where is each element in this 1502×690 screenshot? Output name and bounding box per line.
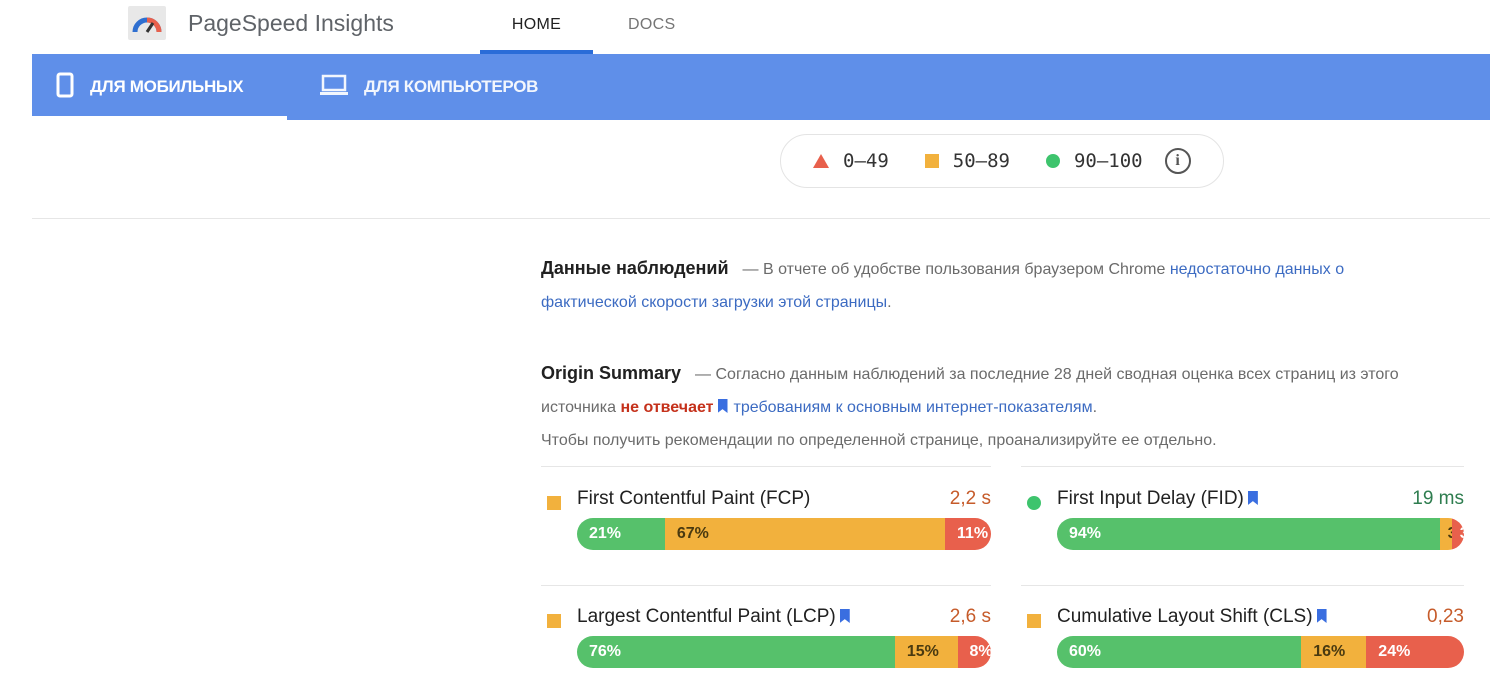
score-legend: 0–49 50–89 90–100 i — [780, 134, 1224, 188]
orange-square-icon — [1027, 614, 1041, 628]
tab-home[interactable]: HOME — [480, 16, 593, 34]
distribution-bar: 76% 15% 8% — [577, 636, 991, 668]
section-divider — [32, 218, 1490, 219]
distribution-good: 94% — [1057, 518, 1440, 550]
tab-mobile[interactable]: ДЛЯ МОБИЛЬНЫХ — [56, 54, 244, 120]
distribution-bar: 21% 67% 11% — [577, 518, 991, 550]
tab-docs[interactable]: DOCS — [628, 16, 675, 34]
metric-value: 2,6 s — [949, 606, 991, 627]
distribution-average: 67% — [664, 518, 945, 550]
pagespeed-logo-icon[interactable] — [128, 6, 166, 40]
distribution-average: 3% — [1439, 518, 1464, 550]
metric-fid: First Input Delay (FID) 19 ms 94% 3% 3% — [1021, 488, 1464, 588]
orange-square-icon — [924, 154, 939, 168]
green-circle-icon — [1045, 154, 1060, 168]
distribution-poor: 24% — [1366, 636, 1464, 668]
origin-summary-hint: Чтобы получить рекомендации по определен… — [541, 432, 1217, 449]
red-triangle-icon — [813, 154, 829, 168]
distribution-average: 15% — [894, 636, 958, 668]
orange-square-icon — [547, 614, 561, 628]
distribution-bar: 94% 3% 3% — [1057, 518, 1464, 550]
core-web-vitals-link[interactable]: требованиям к основным интернет-показате… — [734, 399, 1093, 416]
distribution-poor: 11% — [944, 518, 991, 550]
legend-item-average: 50–89 — [924, 150, 1010, 172]
top-app-bar: PageSpeed Insights HOME DOCS — [0, 0, 1502, 54]
distribution-good: 21% — [577, 518, 665, 550]
metric-title[interactable]: Cumulative Layout Shift (CLS) — [1057, 606, 1333, 628]
field-data-section: Данные наблюдений — В отчете об удобстве … — [541, 252, 1401, 319]
metric-lcp: Largest Contentful Paint (LCP) 2,6 s 76%… — [541, 606, 991, 690]
field-data-text: — В отчете об удобстве пользования брауз… — [742, 261, 1170, 278]
metric-fcp: First Contentful Paint (FCP) 2,2 s 21% 6… — [541, 488, 991, 588]
bookmark-icon — [717, 399, 728, 413]
distribution-good: 60% — [1057, 636, 1302, 668]
orange-square-icon — [547, 496, 561, 510]
tab-desktop[interactable]: ДЛЯ КОМПЬЮТЕРОВ — [320, 54, 538, 120]
bookmark-icon — [839, 609, 850, 623]
laptop-icon — [320, 74, 348, 101]
bookmark-icon — [1247, 491, 1258, 505]
app-title[interactable]: PageSpeed Insights — [188, 10, 394, 37]
legend-item-poor: 0–49 — [813, 150, 889, 172]
tab-desktop-label: ДЛЯ КОМПЬЮТЕРОВ — [364, 77, 539, 96]
origin-summary-section: Origin Summary — Согласно данным наблюден… — [541, 357, 1401, 457]
bookmark-icon — [1316, 609, 1327, 623]
legend-item-good: 90–100 — [1045, 150, 1143, 172]
info-icon[interactable]: i — [1164, 148, 1191, 174]
active-device-indicator — [32, 116, 287, 120]
device-tab-bar: ДЛЯ МОБИЛЬНЫХ ДЛЯ КОМПЬЮТЕРОВ — [32, 54, 1490, 120]
metric-separator — [541, 466, 991, 467]
legend-label-average: 50–89 — [952, 150, 1010, 172]
metric-value: 0,23 — [1427, 606, 1464, 627]
field-data-heading: Данные наблюдений — [541, 258, 729, 278]
tab-mobile-label: ДЛЯ МОБИЛЬНЫХ — [90, 77, 244, 96]
metric-title[interactable]: Largest Contentful Paint (LCP) — [577, 606, 856, 628]
distribution-good: 76% — [577, 636, 895, 668]
metric-cls: Cumulative Layout Shift (CLS) 0,23 60% 1… — [1021, 606, 1464, 690]
legend-label-poor: 0–49 — [843, 150, 889, 172]
metric-title[interactable]: First Input Delay (FID) — [1057, 488, 1264, 510]
metric-title[interactable]: First Contentful Paint (FCP) — [577, 488, 810, 510]
legend-label-good: 90–100 — [1073, 150, 1143, 172]
metric-value: 19 ms — [1412, 488, 1464, 509]
metric-separator — [1021, 466, 1464, 467]
phone-icon — [56, 72, 74, 103]
distribution-poor: 3% — [1451, 518, 1464, 550]
distribution-bar: 60% 16% 24% — [1057, 636, 1464, 668]
distribution-poor: 8% — [957, 636, 991, 668]
origin-summary-end: . — [1092, 399, 1098, 416]
origin-summary-status: не отвечает — [620, 399, 714, 416]
field-data-end: . — [887, 294, 892, 311]
origin-summary-heading: Origin Summary — [541, 363, 682, 383]
metric-value: 2,2 s — [949, 488, 991, 509]
distribution-average: 16% — [1301, 636, 1367, 668]
green-circle-icon — [1027, 496, 1041, 510]
